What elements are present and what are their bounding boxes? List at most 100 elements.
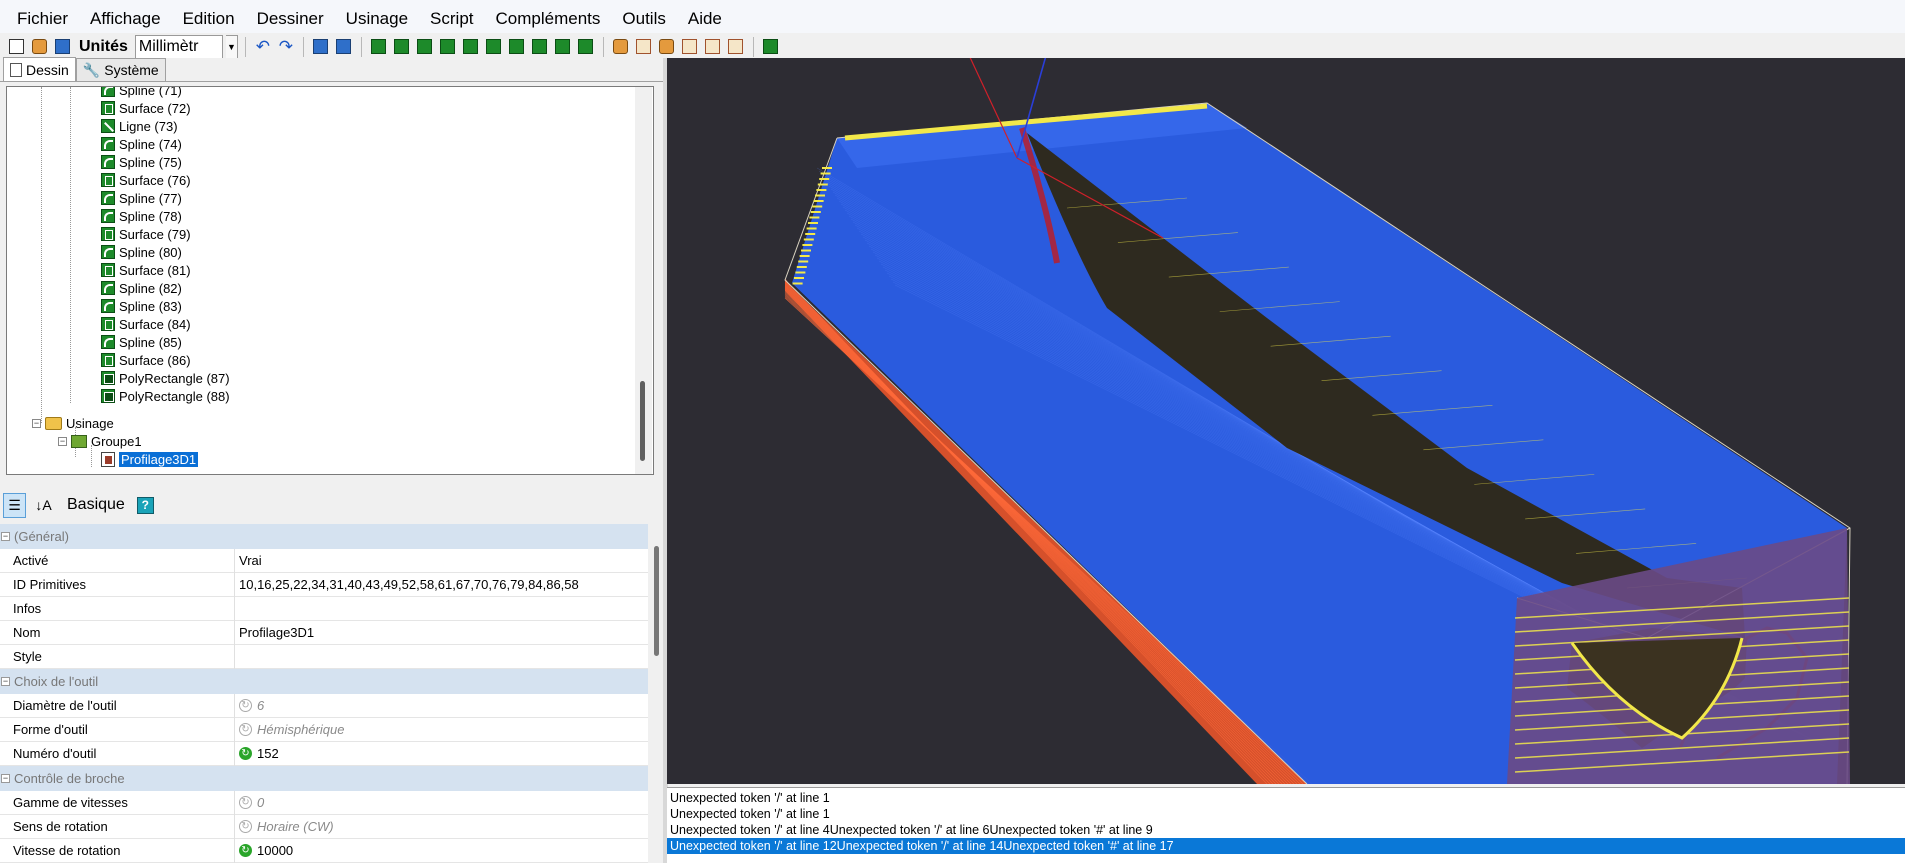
machining-pocket-button[interactable] <box>634 37 654 57</box>
new-file-button[interactable] <box>6 37 26 57</box>
collapse-icon[interactable]: − <box>32 418 41 428</box>
property-row[interactable]: Sens de rotation ↻ Horaire (CW) <box>0 814 648 839</box>
tree-node-label: Surface (79) <box>119 226 191 242</box>
property-value[interactable]: Vrai <box>235 553 648 568</box>
property-value[interactable]: ↻ 10000 <box>235 843 648 858</box>
tree-node-primitive[interactable]: Surface (84) <box>101 315 191 333</box>
basic-mode-button[interactable]: Basique <box>61 496 131 514</box>
tree-node-primitive[interactable]: Spline (77) <box>101 189 182 207</box>
output-log[interactable]: Unexpected token '/' at line 1 Unexpecte… <box>667 787 1905 863</box>
value-set-icon[interactable]: ↻ <box>239 844 252 857</box>
tree-node-operation[interactable]: Profilage3D1 <box>101 450 200 468</box>
machining-engrave-button[interactable] <box>657 37 677 57</box>
property-row[interactable]: Diamètre de l'outil ↻ 6 <box>0 693 648 718</box>
tree-node-primitive[interactable]: Spline (80) <box>101 243 182 261</box>
tree-node-primitive[interactable]: Spline (78) <box>101 207 182 225</box>
value-set-icon[interactable]: ↻ <box>239 747 252 760</box>
scrollbar-thumb[interactable] <box>640 381 645 461</box>
tree-node-primitive[interactable]: Surface (81) <box>101 261 191 279</box>
value-inherited-icon[interactable]: ↻ <box>239 820 252 833</box>
save-button[interactable] <box>52 37 72 57</box>
value-inherited-icon[interactable]: ↻ <box>239 796 252 809</box>
property-row[interactable]: Gamme de vitesses ↻ 0 <box>0 790 648 815</box>
tree-node-label: Spline (75) <box>119 154 182 170</box>
property-row[interactable]: Vitesse de rotation ↻ 10000 <box>0 838 648 863</box>
value-inherited-icon[interactable]: ↻ <box>239 723 252 736</box>
property-row[interactable]: Nom Profilage3D1 <box>0 620 648 645</box>
tree-node-usinage[interactable]: − Usinage <box>32 414 114 432</box>
tree-node-primitive[interactable]: Surface (72) <box>101 99 191 117</box>
tree-node-primitive[interactable]: Surface (76) <box>101 171 191 189</box>
property-value[interactable]: ↻ 0 <box>235 795 648 810</box>
collapse-icon[interactable]: − <box>58 436 67 446</box>
ellipse-icon <box>417 39 433 54</box>
draw-spline-button[interactable] <box>507 37 527 57</box>
draw-function-button[interactable] <box>576 37 596 57</box>
tree-node-primitive[interactable]: Spline (82) <box>101 279 182 297</box>
property-row[interactable]: Infos <box>0 596 648 621</box>
scrollbar-thumb[interactable] <box>654 546 659 656</box>
property-row[interactable]: Style <box>0 644 648 669</box>
property-value[interactable]: ↻ 6 <box>235 698 648 713</box>
draw-polyline-button[interactable] <box>369 37 389 57</box>
draw-rectangle-button[interactable] <box>438 37 458 57</box>
tree-node-primitive[interactable]: Spline (83) <box>101 297 182 315</box>
log-line[interactable]: Unexpected token '/' at line 1 <box>667 806 1905 822</box>
redo-button[interactable]: ↷ <box>276 37 296 57</box>
property-row[interactable]: Numéro d'outil ↻ 152 <box>0 741 648 766</box>
draw-surface-button[interactable] <box>530 37 550 57</box>
drawing-tree[interactable]: Spline (71) Surface (72) Ligne (73) Spline … <box>6 86 654 475</box>
draw-ellipse-button[interactable] <box>415 37 435 57</box>
tree-node-primitive[interactable]: Spline (74) <box>101 135 182 153</box>
help-icon[interactable]: ? <box>136 496 154 514</box>
tree-node-primitive[interactable]: Spline (75) <box>101 153 182 171</box>
tree-node-primitive[interactable]: PolyRectangle (88) <box>101 387 230 405</box>
undo-button[interactable]: ↶ <box>253 37 273 57</box>
tree-node-primitive[interactable]: Surface (79) <box>101 225 191 243</box>
tab-dessin[interactable]: Dessin <box>3 57 76 81</box>
log-line[interactable]: Unexpected token '/' at line 4Unexpected… <box>667 822 1905 838</box>
property-value[interactable]: Profilage3D1 <box>235 625 648 640</box>
property-value[interactable]: ↻ Horaire (CW) <box>235 819 648 834</box>
collapse-icon[interactable]: − <box>1 532 10 541</box>
property-value[interactable]: 10,16,25,22,34,31,40,43,49,52,58,61,67,7… <box>235 577 648 592</box>
property-row[interactable]: Activé Vrai <box>0 548 648 573</box>
property-category[interactable]: − Contrôle de broche <box>0 766 648 791</box>
tree-node-primitive[interactable]: Surface (86) <box>101 351 191 369</box>
log-line[interactable]: Unexpected token '/' at line 1 <box>667 790 1905 806</box>
draw-mesh-button[interactable] <box>553 37 573 57</box>
draw-circle-button[interactable] <box>392 37 412 57</box>
machining-surface-button[interactable] <box>726 37 746 57</box>
property-category[interactable]: − Choix de l'outil <box>0 669 648 694</box>
machining-3d-button[interactable] <box>703 37 723 57</box>
property-value[interactable]: ↻ 152 <box>235 746 648 761</box>
collapse-icon[interactable]: − <box>1 677 10 686</box>
tree-node-primitive[interactable]: Spline (71) <box>101 87 182 99</box>
sort-alphabetical-button[interactable]: ↓A <box>32 493 55 518</box>
categorized-view-button[interactable]: ☰ <box>3 492 26 518</box>
open-file-button[interactable] <box>29 37 49 57</box>
property-row[interactable]: ID Primitives 10,16,25,22,34,31,40,43,49,… <box>0 572 648 597</box>
3d-viewport[interactable] <box>667 58 1905 784</box>
property-category[interactable]: − (Général) <box>0 524 648 549</box>
property-row[interactable]: Forme d'outil ↻ Hémisphérique <box>0 717 648 742</box>
tree-node-primitive[interactable]: PolyRectangle (87) <box>101 369 230 387</box>
tree-scrollbar[interactable] <box>635 87 652 474</box>
snap-grid-button[interactable] <box>311 37 331 57</box>
property-value[interactable]: ↻ Hémisphérique <box>235 722 648 737</box>
grid-button[interactable] <box>334 37 354 57</box>
collapse-icon[interactable]: − <box>1 774 10 783</box>
tree-node-groupe[interactable]: − Groupe1 <box>58 432 142 450</box>
units-select[interactable]: Millimètr <box>134 34 223 59</box>
value-inherited-icon[interactable]: ↻ <box>239 699 252 712</box>
simulate-button[interactable] <box>761 37 781 57</box>
units-dropdown-button[interactable]: ▼ <box>225 34 238 59</box>
machining-drill-button[interactable] <box>611 37 631 57</box>
log-line-selected[interactable]: Unexpected token '/' at line 12Unexpecte… <box>667 838 1905 854</box>
tree-node-primitive[interactable]: Spline (85) <box>101 333 182 351</box>
draw-polygon-button[interactable] <box>484 37 504 57</box>
machining-profile-button[interactable] <box>680 37 700 57</box>
draw-text-button[interactable] <box>461 37 481 57</box>
tree-node-primitive[interactable]: Ligne (73) <box>101 117 178 135</box>
tab-systeme[interactable]: 🔧 Système <box>75 58 166 81</box>
